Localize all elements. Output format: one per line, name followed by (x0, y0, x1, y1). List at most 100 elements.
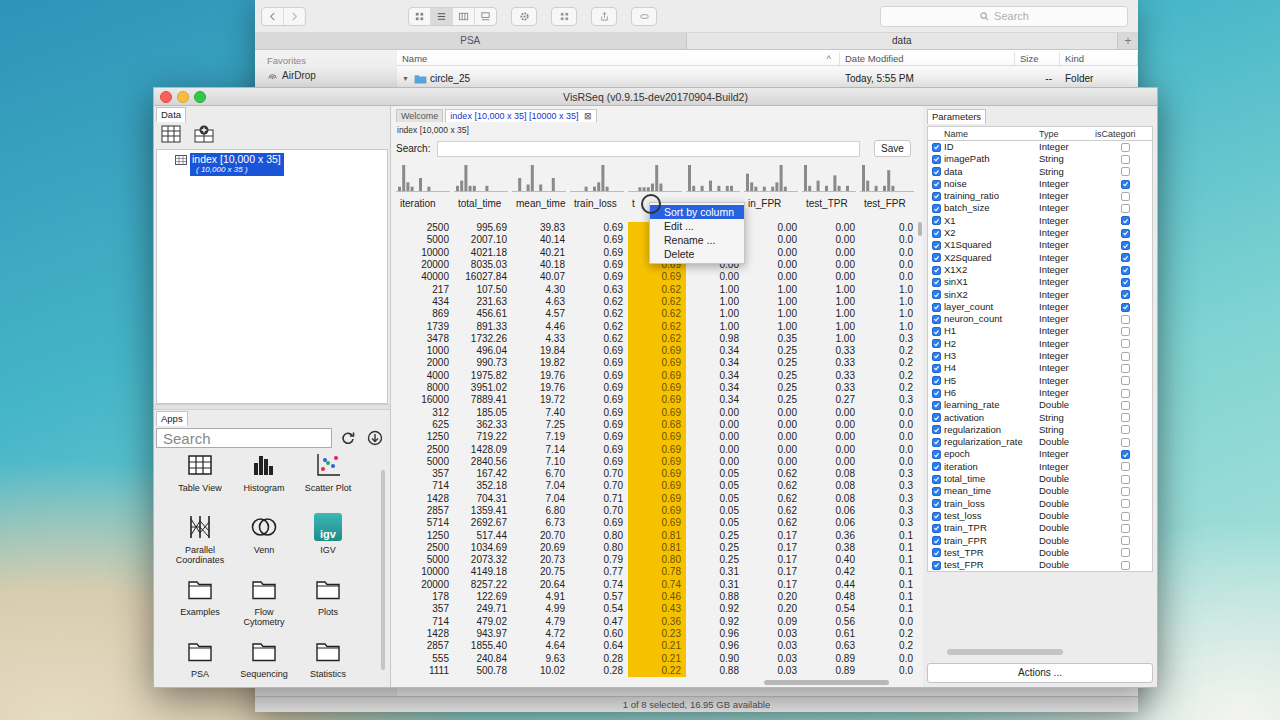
parameter-row[interactable]: noiseInteger (928, 178, 1152, 190)
close-button[interactable] (160, 91, 172, 103)
close-tab-button[interactable]: ⊠ (584, 110, 592, 122)
parameter-row[interactable]: H6Integer (928, 387, 1152, 399)
column-header[interactable]: Size (1015, 52, 1060, 65)
table-row[interactable]: 625362.337.250.690.680.000.000.000.0 (396, 419, 923, 431)
enabled-checkbox[interactable] (932, 216, 941, 225)
app-item[interactable]: Table View (168, 451, 232, 513)
table-row[interactable]: 28571855.404.640.640.210.960.030.630.2 (396, 640, 923, 652)
categorical-checkbox[interactable] (1121, 278, 1130, 287)
apps-search-field[interactable]: Search (156, 428, 332, 448)
app-item[interactable]: PSA (168, 637, 232, 687)
column-header[interactable]: mean_time (512, 198, 570, 209)
download-button[interactable] (364, 428, 386, 448)
finder-tab[interactable]: data (687, 33, 1119, 49)
parameter-row[interactable]: activationString (928, 412, 1152, 424)
column-header[interactable]: Name^ (397, 52, 840, 65)
action-button[interactable] (511, 7, 537, 26)
categorical-checkbox[interactable] (1121, 475, 1130, 484)
table-row[interactable]: 50002840.567.100.690.690.000.000.000.0 (396, 456, 923, 468)
tree-item[interactable]: index [10,000 x 35]( 10,000 x 35 ) (175, 153, 387, 176)
enabled-checkbox[interactable] (932, 167, 941, 176)
categorical-checkbox[interactable] (1121, 438, 1130, 447)
table-row[interactable]: 34781732.264.330.620.620.980.351.000.3 (396, 333, 923, 345)
app-item[interactable]: Statistics (296, 637, 360, 687)
enabled-checkbox[interactable] (932, 413, 941, 422)
table-row[interactable]: 200008257.2220.640.740.740.310.170.440.1 (396, 579, 923, 591)
column-view-button[interactable] (453, 8, 475, 25)
enabled-checkbox[interactable] (932, 192, 941, 201)
parameter-row[interactable]: sinX2Integer (928, 289, 1152, 301)
parameter-row[interactable]: X2Integer (928, 227, 1152, 239)
parameter-row[interactable]: H3Integer (928, 350, 1152, 362)
parameter-row[interactable]: H5Integer (928, 375, 1152, 387)
enabled-checkbox[interactable] (932, 303, 941, 312)
table-row[interactable]: 100004149.1820.750.770.780.310.170.420.1 (396, 566, 923, 578)
enabled-checkbox[interactable] (932, 462, 941, 471)
enabled-checkbox[interactable] (932, 204, 941, 213)
enabled-checkbox[interactable] (932, 266, 941, 275)
table-row[interactable]: 178122.694.910.570.460.880.200.480.1 (396, 591, 923, 603)
parameter-row[interactable]: sinX1Integer (928, 276, 1152, 288)
parameter-row[interactable]: train_FPRDouble (928, 535, 1152, 547)
categorical-checkbox[interactable] (1121, 155, 1130, 164)
enabled-checkbox[interactable] (932, 450, 941, 459)
column-header[interactable]: train_loss (570, 198, 628, 209)
categorical-checkbox[interactable] (1121, 536, 1130, 545)
categorical-checkbox[interactable] (1121, 167, 1130, 176)
categorical-checkbox[interactable] (1121, 450, 1130, 459)
app-item[interactable]: Parallel Coordinates (168, 513, 232, 575)
arrange-button[interactable] (551, 7, 577, 26)
categorical-checkbox[interactable] (1121, 253, 1130, 262)
menu-item[interactable]: Delete (650, 247, 744, 261)
column-header[interactable]: test_TPR (802, 198, 860, 209)
parameter-row[interactable]: regularization_rateDouble (928, 436, 1152, 448)
categorical-checkbox[interactable] (1121, 266, 1130, 275)
menu-item[interactable]: Rename ... (650, 233, 744, 247)
table-row[interactable]: 1250719.227.190.690.690.000.000.000.0 (396, 431, 923, 443)
table-row[interactable]: 1428704.317.040.710.690.050.620.080.3 (396, 493, 923, 505)
column-header[interactable]: total_time (454, 198, 512, 209)
categorical-checkbox[interactable] (1121, 425, 1130, 434)
column-header[interactable]: Date Modified (840, 52, 1015, 65)
categorical-checkbox[interactable] (1121, 229, 1130, 238)
app-item[interactable]: Venn (232, 513, 296, 575)
categorical-checkbox[interactable] (1121, 524, 1130, 533)
new-data-button[interactable] (194, 125, 214, 143)
column-header[interactable]: isCategori (1095, 129, 1152, 139)
scroll-thumb[interactable] (764, 680, 889, 685)
parameter-row[interactable]: X1X2Integer (928, 264, 1152, 276)
column-header[interactable]: iteration (396, 198, 454, 209)
app-item[interactable]: Histogram (232, 451, 296, 513)
enabled-checkbox[interactable] (932, 475, 941, 484)
enabled-checkbox[interactable] (932, 376, 941, 385)
parameter-row[interactable]: test_FPRDouble (928, 559, 1152, 571)
table-row[interactable]: 714352.187.040.700.690.050.620.080.3 (396, 480, 923, 492)
parameter-row[interactable]: imagePathString (928, 153, 1152, 165)
table-row[interactable]: 57142692.676.730.690.690.050.620.060.3 (396, 517, 923, 529)
disclosure-triangle[interactable]: ▼ (402, 75, 411, 82)
panel-splitter[interactable] (154, 404, 390, 410)
enabled-checkbox[interactable] (932, 315, 941, 324)
column-header[interactable]: Name (944, 129, 1039, 139)
table-row[interactable]: 312185.057.400.690.690.000.000.000.0 (396, 407, 923, 419)
minimize-button[interactable] (177, 91, 189, 103)
enabled-checkbox[interactable] (932, 524, 941, 533)
enabled-checkbox[interactable] (932, 536, 941, 545)
categorical-checkbox[interactable] (1121, 512, 1130, 521)
enabled-checkbox[interactable] (932, 155, 941, 164)
table-row[interactable]: 357167.426.700.700.690.050.620.080.3 (396, 468, 923, 480)
file-row[interactable]: ▼circle_25Today, 5:55 PM--Folder (397, 72, 1138, 85)
enabled-checkbox[interactable] (932, 561, 941, 570)
table-row[interactable]: 434231.634.630.620.621.001.001.001.0 (396, 296, 923, 308)
new-tab-button[interactable]: + (1118, 33, 1138, 49)
table-row[interactable]: 217107.504.300.630.621.001.001.001.0 (396, 284, 923, 296)
table-row[interactable]: 869456.614.570.620.621.001.001.001.0 (396, 308, 923, 320)
share-button[interactable] (591, 7, 617, 26)
table-row[interactable]: 1739891.334.460.620.621.001.001.001.0 (396, 321, 923, 333)
table-row[interactable]: 555240.849.630.280.210.900.030.890.0 (396, 653, 923, 665)
menu-item[interactable]: Sort by column (650, 205, 744, 219)
finder-search-field[interactable]: Search (880, 6, 1128, 27)
enabled-checkbox[interactable] (932, 278, 941, 287)
categorical-checkbox[interactable] (1121, 487, 1130, 496)
categorical-checkbox[interactable] (1121, 315, 1130, 324)
